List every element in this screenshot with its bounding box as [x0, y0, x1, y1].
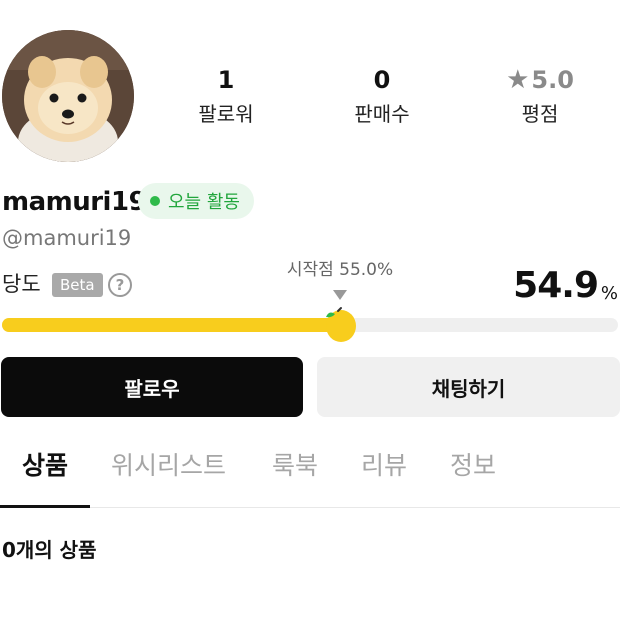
- sweetness-value: 54.9: [513, 265, 599, 306]
- tab-products[interactable]: 상품: [22, 448, 68, 484]
- beta-badge: Beta: [52, 273, 103, 297]
- start-point-label: 시작점 55.0%: [286, 260, 394, 280]
- tab-info[interactable]: 정보: [450, 448, 496, 484]
- user-handle: @mamuri19: [2, 226, 132, 250]
- sales-count: 0: [373, 66, 391, 94]
- chat-button[interactable]: 채팅하기: [317, 357, 620, 417]
- sweetness-unit: %: [600, 283, 618, 304]
- sales-label: 판매수: [354, 102, 410, 126]
- star-icon: ★: [506, 65, 530, 95]
- help-icon[interactable]: ?: [108, 273, 132, 297]
- active-tab-indicator: [0, 505, 90, 508]
- tab-reviews[interactable]: 리뷰: [361, 448, 407, 484]
- lemon-icon: [326, 307, 356, 342]
- product-count: 0개의 상품: [2, 538, 97, 562]
- tab-lookbook[interactable]: 룩북: [272, 448, 318, 484]
- active-today-badge: 오늘 활동: [138, 183, 254, 219]
- avatar[interactable]: [2, 30, 134, 162]
- stat-rating[interactable]: ★ 5.0 평점: [480, 66, 600, 128]
- tab-wishlist[interactable]: 위시리스트: [111, 448, 226, 484]
- rating-value: 5.0: [531, 66, 574, 94]
- sweetness-label: 당도: [2, 272, 41, 296]
- rating-label: 평점: [521, 102, 559, 126]
- stat-followers[interactable]: 1 팔로워: [166, 66, 286, 128]
- profile-tabs: 상품 위시리스트 룩북 리뷰 정보: [0, 440, 620, 508]
- sweetness-bar-track: [2, 318, 618, 332]
- active-badge-label: 오늘 활동: [168, 192, 240, 213]
- sweetness-bar-fill: [2, 318, 340, 332]
- active-dot-icon: [150, 196, 160, 206]
- username: mamuri19: [2, 187, 147, 217]
- follow-button[interactable]: 팔로우: [1, 357, 303, 417]
- stat-sales: 0 판매수: [322, 66, 442, 128]
- followers-label: 팔로워: [198, 102, 254, 126]
- start-point-marker-icon: [333, 290, 347, 300]
- avatar-image: [2, 30, 134, 162]
- followers-count: 1: [217, 66, 235, 94]
